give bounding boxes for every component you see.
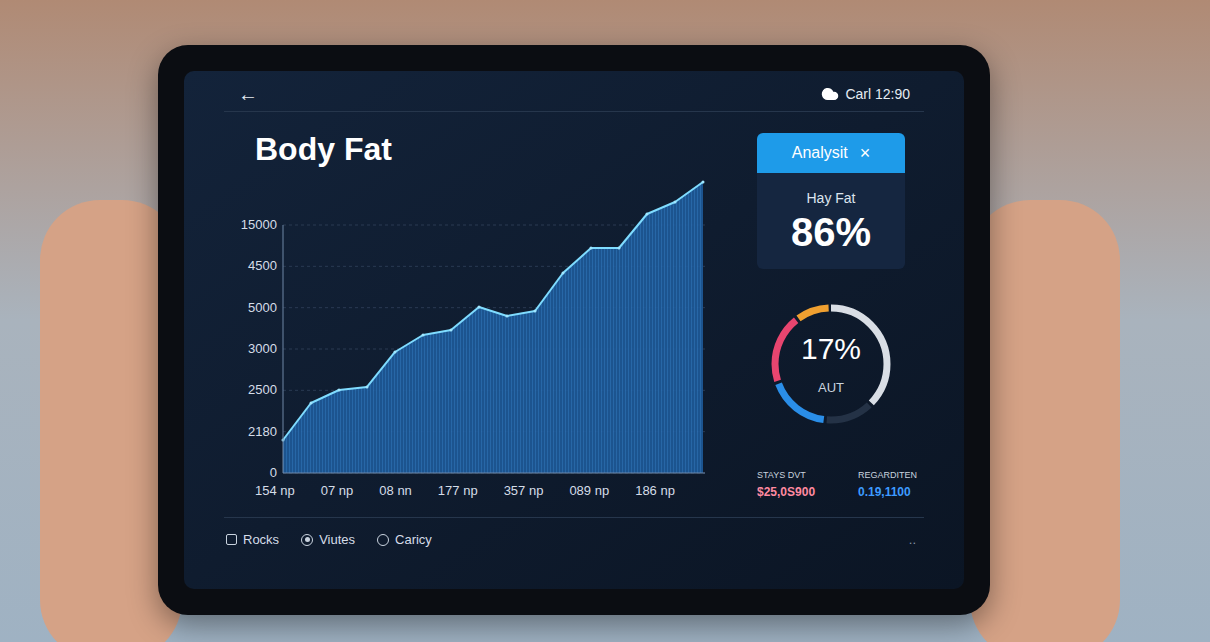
series-segment: [451, 307, 479, 330]
series-point: [702, 180, 705, 183]
right-hand: [970, 200, 1120, 642]
option-label: Cariсy: [395, 530, 432, 550]
gauge-segment: [775, 308, 887, 420]
footer-option[interactable]: Viutes: [301, 530, 355, 550]
series-segment: [507, 311, 535, 316]
radio-icon[interactable]: [301, 534, 313, 546]
series-point: [366, 385, 369, 388]
gauge-segment: [775, 308, 887, 420]
radio-icon[interactable]: [377, 534, 389, 546]
y-tick: 3000: [248, 341, 277, 357]
y-tick: 0: [270, 465, 277, 481]
footer-bar: Rocks Viutes Cariсy..: [224, 517, 924, 561]
area-chart: [283, 217, 705, 481]
series-point: [394, 350, 397, 353]
x-tick: 089 np: [569, 483, 609, 499]
series-point: [590, 246, 593, 249]
y-tick: 2180: [248, 424, 277, 440]
series-point: [562, 271, 565, 274]
x-tick: 357 np: [504, 483, 544, 499]
stat-value: $25,0S900: [757, 483, 815, 501]
x-tick: 07 np: [321, 483, 354, 499]
option-label: Viutes: [319, 530, 355, 550]
x-tick: 186 np: [635, 483, 675, 499]
stat-label: REGARDITEN: [858, 469, 917, 483]
screen: ← Carl 12:90 Body Fat 15000 4500 5000 3000 2500…: [184, 71, 964, 589]
chart-panel: Body Fat 15000 4500 5000 3000 2500 2180 0 154 np…: [224, 112, 717, 517]
x-axis-line: [283, 473, 705, 474]
analysis-label: Analysit: [792, 141, 848, 165]
y-tick: 5000: [248, 300, 277, 316]
y-axis-line: [283, 225, 284, 473]
stat-label: STAYS DVT: [757, 469, 815, 483]
side-panel: Analysit×Hay Fat86%17%AUTSTAYS DVT$25,0S…: [757, 112, 917, 517]
series-point: [534, 310, 537, 313]
footer-option[interactable]: Cariсy: [377, 530, 432, 550]
fat-value: 86%: [791, 209, 871, 255]
series-segment: [311, 390, 339, 403]
series-point: [422, 333, 425, 336]
checkbox-icon[interactable]: [226, 534, 237, 545]
back-button[interactable]: ←: [238, 79, 258, 109]
stats: STAYS DVT$25,0S900 REGARDITEN0.19,1100: [757, 469, 917, 501]
y-tick: 4500: [248, 258, 277, 274]
series-point: [506, 314, 509, 317]
series-point: [338, 389, 341, 392]
series-point: [674, 201, 677, 204]
area-fill: [283, 182, 703, 473]
x-tick: 08 nn: [379, 483, 412, 499]
fat-card: Hay Fat86%: [757, 173, 905, 269]
grid-line: [283, 473, 705, 474]
series-segment: [647, 202, 675, 214]
series-segment: [283, 403, 311, 440]
cloud-icon: [821, 85, 839, 103]
gauge-segment: [775, 308, 887, 420]
series-segment: [619, 214, 647, 248]
series-point: [646, 213, 649, 216]
series-point: [450, 329, 453, 332]
main: Body Fat 15000 4500 5000 3000 2500 2180 0 154 np…: [224, 112, 924, 517]
stat: REGARDITEN0.19,1100: [858, 469, 917, 501]
analysis-button[interactable]: Analysit ×: [757, 133, 905, 173]
y-tick: 2500: [248, 382, 277, 398]
stat: STAYS DVT$25,0S900: [757, 469, 815, 501]
photo-scene: ← Carl 12:90 Body Fat 15000 4500 5000 3000 2500…: [0, 0, 1210, 642]
page-title: Body Fat: [224, 130, 717, 168]
series-segment: [591, 247, 619, 249]
stat-value: 0.19,1100: [858, 483, 917, 501]
series-segment: [479, 307, 507, 316]
series-point: [618, 246, 621, 249]
series-segment: [675, 182, 703, 202]
gauge-value: 17%: [801, 332, 861, 366]
y-axis: 15000 4500 5000 3000 2500 2180 0: [235, 217, 283, 481]
footer-option[interactable]: Rocks: [226, 530, 279, 550]
series-segment: [423, 330, 451, 335]
x-axis: 154 np 07 np 08 nn 177 np 357 np 089 np 186 np: [235, 483, 675, 499]
gauge-label: AUT: [818, 380, 844, 396]
gauge-segment: [775, 308, 887, 420]
y-tick: 15000: [241, 217, 277, 233]
status-text: Carl 12:90: [845, 84, 910, 105]
series-point: [478, 306, 481, 309]
option-label: Rocks: [243, 530, 279, 550]
series-segment: [367, 352, 395, 387]
top-bar: ← Carl 12:90: [224, 71, 924, 112]
body-fat-chart: 15000 4500 5000 3000 2500 2180 0 154 np 07 np 08 …: [235, 217, 717, 499]
fat-label: Hay Fat: [806, 188, 855, 209]
x-tick: 177 np: [438, 483, 478, 499]
gauge-segment: [775, 308, 887, 420]
tablet: ← Carl 12:90 Body Fat 15000 4500 5000 3000 2500…: [158, 45, 990, 615]
series-point: [310, 401, 313, 404]
series-segment: [339, 387, 367, 390]
x-tick: 154 np: [255, 483, 295, 499]
series-segment: [563, 248, 591, 273]
close-button[interactable]: ×: [860, 140, 871, 167]
series-segment: [395, 335, 423, 352]
series-segment: [535, 273, 563, 311]
gauge: 17% AUT: [766, 299, 896, 429]
more-button[interactable]: ..: [909, 530, 922, 550]
